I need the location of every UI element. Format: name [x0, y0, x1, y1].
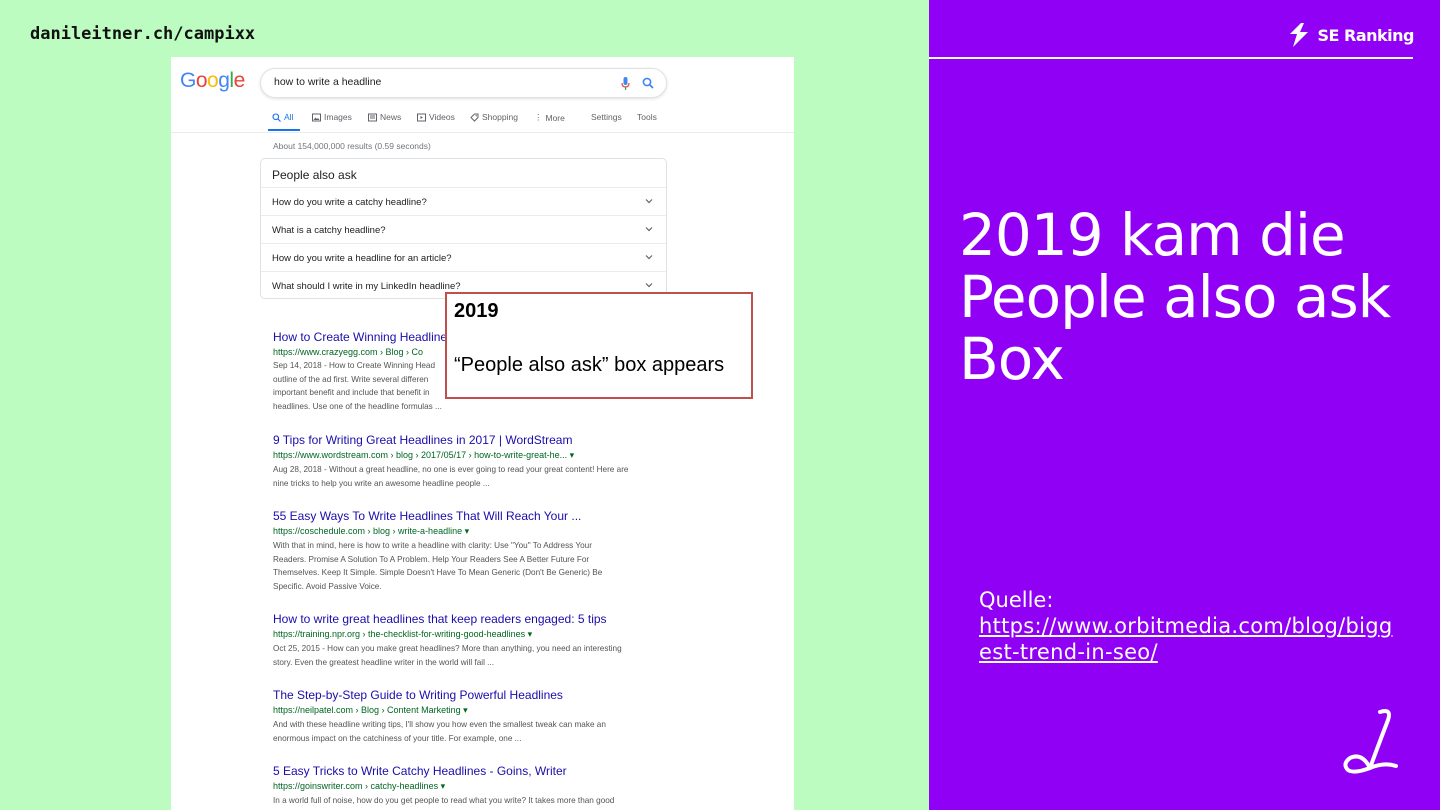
source-link[interactable]: https://www.orbitmedia.com/blog/biggest-…	[979, 614, 1392, 664]
paa-question-text: What is a catchy headline?	[272, 225, 386, 236]
se-ranking-logo-icon	[1289, 23, 1308, 47]
result-snippet: Oct 25, 2015 - How can you make great he…	[273, 642, 663, 669]
chevron-down-icon	[645, 227, 653, 232]
slide-headline: 2019 kam die People also ask Box	[959, 204, 1429, 390]
tab-videos[interactable]: Videos	[417, 112, 455, 122]
paa-question[interactable]: How do you write a catchy headline?	[261, 187, 666, 215]
headline-line: Box	[959, 325, 1065, 393]
search-result: 5 Easy Tricks to Write Catchy Headlines …	[273, 764, 663, 808]
brand-name: SE Ranking	[1317, 25, 1415, 45]
result-title-link[interactable]: 5 Easy Tricks to Write Catchy Headlines …	[273, 764, 663, 778]
slide-left-panel: danileitner.ch/campixx Google how to wri…	[0, 0, 929, 810]
chevron-down-icon	[645, 283, 653, 288]
result-snippet: In a world full of noise, how do you get…	[273, 794, 663, 808]
tab-label: Shopping	[482, 112, 518, 122]
image-icon	[312, 113, 321, 121]
search-icon	[272, 112, 281, 122]
paa-title: People also ask	[272, 168, 357, 182]
google-serp-screenshot: Google how to write a headline All Image…	[171, 57, 794, 810]
source-label: Quelle:	[979, 588, 1054, 612]
snippet-line: With that in mind, here is how to write …	[273, 541, 592, 550]
paa-question-text: How do you write a headline for an artic…	[272, 253, 452, 264]
result-url[interactable]: https://coschedule.com › blog › write-a-…	[273, 526, 663, 537]
snippet-line: story. Even the greatest headline writer…	[273, 657, 495, 667]
tab-images[interactable]: Images	[312, 112, 352, 122]
chevron-down-icon	[645, 255, 653, 260]
source-block: Quelle: https://www.orbitmedia.com/blog/…	[979, 587, 1399, 665]
signature-logo-icon	[1343, 709, 1398, 774]
google-logo: Google	[180, 69, 245, 92]
search-box[interactable]: how to write a headline	[260, 68, 667, 98]
snippet-line: Oct 25, 2015 - How can you make great he…	[273, 644, 622, 653]
result-snippet: Aug 28, 2018 - Without a great headline,…	[273, 463, 663, 490]
snippet-line: enormous impact on the catchiness of you…	[273, 733, 522, 743]
people-also-ask-box: People also ask How do you write a catch…	[260, 158, 667, 299]
slide-right-panel: SE Ranking 2019 kam die People also ask …	[929, 0, 1440, 810]
snippet-line: In a world full of noise, how do you get…	[273, 796, 615, 805]
snippet-line: nine tricks to help you write an awesome…	[273, 478, 490, 488]
chevron-down-icon	[645, 199, 653, 204]
search-result: The Step-by-Step Guide to Writing Powerf…	[273, 688, 663, 745]
result-url[interactable]: https://training.npr.org › the-checklist…	[273, 629, 663, 640]
tab-news[interactable]: News	[368, 112, 401, 122]
search-result: How to write great headlines that keep r…	[273, 612, 663, 669]
result-url[interactable]: https://neilpatel.com › Blog › Content M…	[273, 705, 663, 716]
callout-year: 2019	[454, 300, 499, 322]
mic-icon[interactable]	[621, 77, 630, 90]
tab-all[interactable]: All	[272, 112, 293, 122]
tab-label: Videos	[429, 112, 455, 122]
tab-label: News	[380, 112, 402, 122]
tab-label: Tools	[637, 112, 657, 122]
snippet-line: And with these headline writing tips, I'…	[273, 720, 606, 729]
tab-settings[interactable]: Settings	[591, 112, 622, 122]
callout-text: “People also ask” box appears	[454, 354, 725, 376]
search-result: 9 Tips for Writing Great Headlines in 20…	[273, 433, 663, 490]
brand-logo: SE Ranking	[1286, 22, 1415, 48]
result-snippet: With that in mind, here is how to write …	[273, 539, 663, 593]
more-dots-icon: ⋮	[534, 112, 543, 122]
snippet-line: Readers. Promise A Solution To A Problem…	[273, 554, 590, 564]
headline-line: People also ask	[959, 263, 1391, 331]
result-snippet: And with these headline writing tips, I'…	[273, 718, 663, 745]
tab-more[interactable]: ⋮ More	[534, 112, 565, 123]
result-title-link[interactable]: 55 Easy Ways To Write Headlines That Wil…	[273, 509, 663, 523]
search-tabs: All Images News Videos Shopping ⋮ More S…	[272, 112, 794, 132]
header-divider	[929, 57, 1413, 59]
snippet-line: headlines. Use one of the headline formu…	[273, 401, 442, 411]
paa-question-text: How do you write a catchy headline?	[272, 197, 427, 208]
tabs-divider	[171, 132, 794, 133]
tab-label: More	[545, 112, 565, 123]
callout-box: 2019 “People also ask” box appears	[445, 292, 753, 399]
site-url: danileitner.ch/campixx	[30, 24, 256, 44]
tag-icon	[470, 113, 479, 122]
search-result: 55 Easy Ways To Write Headlines That Wil…	[273, 509, 663, 593]
result-title-link[interactable]: How to write great headlines that keep r…	[273, 612, 663, 626]
news-icon	[368, 113, 377, 121]
result-url[interactable]: https://goinswriter.com › catchy-headlin…	[273, 781, 663, 792]
headline-line: 2019 kam die	[959, 201, 1346, 269]
result-stats: About 154,000,000 results (0.59 seconds)	[273, 141, 431, 151]
paa-question[interactable]: What is a catchy headline?	[261, 215, 666, 243]
snippet-line: Aug 28, 2018 - Without a great headline,…	[273, 465, 629, 474]
result-title-link[interactable]: 9 Tips for Writing Great Headlines in 20…	[273, 433, 663, 447]
tab-label: Images	[324, 112, 352, 122]
paa-question-text: What should I write in my LinkedIn headl…	[272, 281, 461, 292]
tab-label: All	[284, 112, 294, 122]
active-tab-indicator	[268, 129, 300, 131]
tab-tools[interactable]: Tools	[637, 112, 657, 122]
result-title-link[interactable]: The Step-by-Step Guide to Writing Powerf…	[273, 688, 663, 702]
tab-label: Settings	[591, 112, 622, 122]
result-url[interactable]: https://www.wordstream.com › blog › 2017…	[273, 450, 663, 461]
paa-question[interactable]: How do you write a headline for an artic…	[261, 243, 666, 271]
tab-shopping[interactable]: Shopping	[470, 112, 518, 122]
search-icon[interactable]	[642, 77, 654, 89]
video-icon	[417, 113, 426, 121]
search-query: how to write a headline	[274, 76, 382, 88]
snippet-line: Specific. Avoid Passive Voice.	[273, 581, 382, 591]
snippet-line: Themselves. Keep It Simple. Simple Doesn…	[273, 568, 603, 577]
